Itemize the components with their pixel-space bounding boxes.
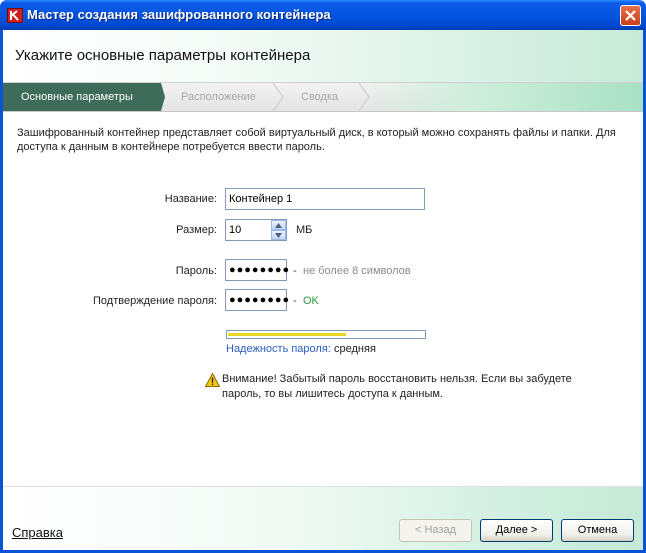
- wizard-header: Укажите основные параметры контейнера: [3, 30, 643, 82]
- password-label: Пароль:: [175, 265, 217, 277]
- size-stepper[interactable]: 10: [225, 219, 287, 241]
- step-separator-icon: [272, 83, 284, 111]
- description-text: Зашифрованный контейнер представляет соб…: [17, 127, 616, 153]
- strength-fill: [228, 333, 346, 336]
- confirm-password-field[interactable]: ●●●●●●●●: [225, 289, 289, 311]
- page-title: Укажите основные параметры контейнера: [15, 47, 311, 64]
- size-label: Размер:: [176, 224, 217, 236]
- name-label: Название:: [164, 193, 217, 205]
- step-arrow-icon: [151, 83, 165, 111]
- close-icon: [625, 10, 636, 21]
- password-hint: не более 8 символов: [303, 265, 411, 277]
- wizard-client-area: Укажите основные параметры контейнера Ос…: [3, 30, 643, 550]
- step-summary: Сводка: [301, 91, 339, 103]
- confirm-dash: -: [293, 295, 297, 307]
- size-spinner[interactable]: [271, 220, 286, 240]
- spin-up-button[interactable]: [271, 220, 286, 230]
- step-basic-params: Основные параметры: [3, 83, 161, 111]
- chevron-down-icon: [275, 233, 282, 238]
- step-location: Расположение: [181, 91, 256, 103]
- password-dash: -: [293, 265, 297, 277]
- warning-icon: [205, 373, 220, 387]
- window-title: Мастер создания зашифрованного контейнер…: [27, 7, 331, 22]
- kaspersky-logo-icon: [7, 8, 23, 23]
- title-bar[interactable]: Мастер создания зашифрованного контейнер…: [0, 0, 646, 30]
- cancel-button[interactable]: Отмена: [561, 519, 634, 542]
- warning-text: Внимание! Забытый пароль восстановить не…: [222, 373, 572, 400]
- close-button[interactable]: [620, 5, 641, 26]
- steps-gradient: [358, 83, 643, 111]
- size-unit: МБ: [296, 224, 313, 236]
- spin-down-button[interactable]: [271, 230, 286, 240]
- wizard-window: Мастер создания зашифрованного контейнер…: [0, 0, 646, 553]
- back-button[interactable]: < Назад: [399, 519, 472, 542]
- container-name-input[interactable]: Контейнер 1: [225, 188, 425, 210]
- help-link[interactable]: Справка: [12, 525, 63, 540]
- next-button[interactable]: Далее >: [480, 519, 553, 542]
- strength-label: Надежность пароля:: [226, 343, 331, 355]
- wizard-steps: Основные параметры Расположение Сводка: [3, 82, 643, 112]
- step-separator-icon: [358, 83, 370, 111]
- password-field[interactable]: ●●●●●●●●: [225, 259, 289, 281]
- strength-value: средняя: [334, 343, 376, 355]
- password-strength-bar: [226, 330, 426, 339]
- confirm-password-label: Подтверждение пароля:: [93, 295, 217, 307]
- confirm-status: OK: [303, 295, 319, 307]
- chevron-up-icon: [275, 223, 282, 228]
- wizard-footer: Справка < Назад Далее > Отмена: [3, 486, 643, 550]
- size-value: 10: [229, 224, 242, 236]
